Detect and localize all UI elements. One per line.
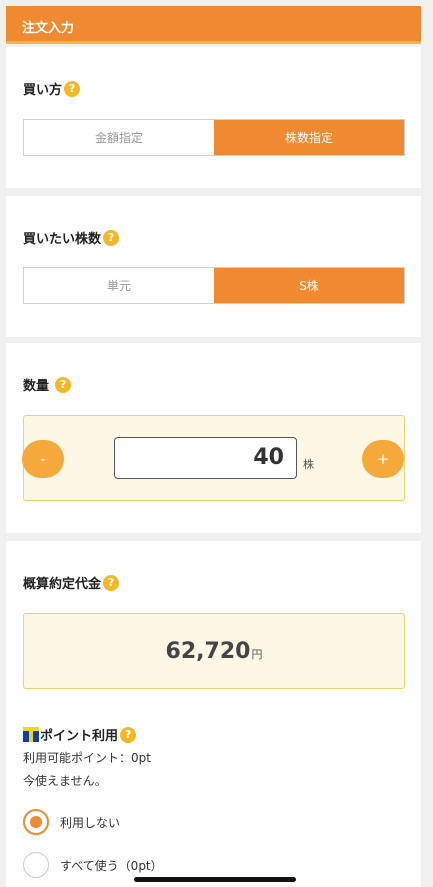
- share-type-heading: 買いたい株数 ?: [23, 228, 120, 247]
- quantity-section: 数量 ? - 40 株 +: [6, 343, 421, 533]
- radio-option-no-use[interactable]: 利用しない: [23, 809, 120, 835]
- buy-method-selector: 金額指定 株数指定: [23, 119, 405, 156]
- radio-button[interactable]: [23, 852, 49, 878]
- s-share-option[interactable]: S株: [214, 268, 404, 303]
- estimated-amount-value: 62,720: [165, 638, 251, 664]
- quantity-label: 数量: [23, 379, 50, 394]
- estimate-section: 概算約定代金 ? 62,720 円 ポイント利用 ? 利用可能ポイント：0pt …: [6, 541, 421, 887]
- quantity-unit: 株: [303, 458, 314, 471]
- shares-specified-option[interactable]: 株数指定: [214, 120, 404, 155]
- buy-method-heading: 買い方 ?: [23, 79, 81, 98]
- estimate-label: 概算約定代金: [23, 577, 102, 592]
- point-usage-heading: ポイント利用 ?: [23, 725, 137, 744]
- point-usage-label: ポイント利用: [40, 729, 119, 744]
- unit-share-option[interactable]: 単元: [24, 268, 214, 303]
- share-type-selector: 単元 S株: [23, 267, 405, 304]
- radio-label: 利用しない: [60, 815, 121, 830]
- radio-button-checked[interactable]: [23, 809, 49, 835]
- help-icon[interactable]: ?: [64, 80, 81, 97]
- quantity-input[interactable]: 40: [114, 437, 297, 479]
- radio-label: すべて使う（0pt）: [60, 858, 163, 873]
- quantity-heading: 数量 ?: [23, 375, 72, 394]
- share-type-section: 買いたい株数 ? 単元 S株: [6, 196, 421, 337]
- share-type-label: 買いたい株数: [23, 232, 102, 247]
- help-icon[interactable]: ?: [103, 574, 120, 591]
- points-unavailable-note: 今使えません。: [23, 774, 107, 788]
- estimate-heading: 概算約定代金 ?: [23, 573, 120, 592]
- available-points-text: 利用可能ポイント：0pt: [23, 751, 151, 765]
- help-icon[interactable]: ?: [103, 229, 120, 246]
- estimated-amount-panel: 62,720 円: [23, 613, 405, 689]
- estimated-amount-unit: 円: [251, 648, 263, 661]
- help-icon[interactable]: ?: [55, 376, 72, 393]
- buy-method-label: 買い方: [23, 83, 63, 98]
- order-entry-header: 注文入力: [6, 6, 421, 44]
- home-indicator: [134, 877, 296, 882]
- increment-button[interactable]: +: [362, 440, 404, 478]
- decrement-button[interactable]: -: [22, 440, 64, 478]
- page-title: 注文入力: [22, 21, 75, 36]
- radio-option-use-all[interactable]: すべて使う（0pt）: [23, 852, 163, 878]
- amount-specified-option[interactable]: 金額指定: [24, 120, 214, 155]
- t-point-logo-icon: [23, 727, 39, 742]
- help-icon[interactable]: ?: [120, 726, 137, 743]
- quantity-stepper: - 40 株 +: [22, 415, 405, 501]
- buy-method-section: 買い方 ? 金額指定 株数指定: [6, 47, 421, 188]
